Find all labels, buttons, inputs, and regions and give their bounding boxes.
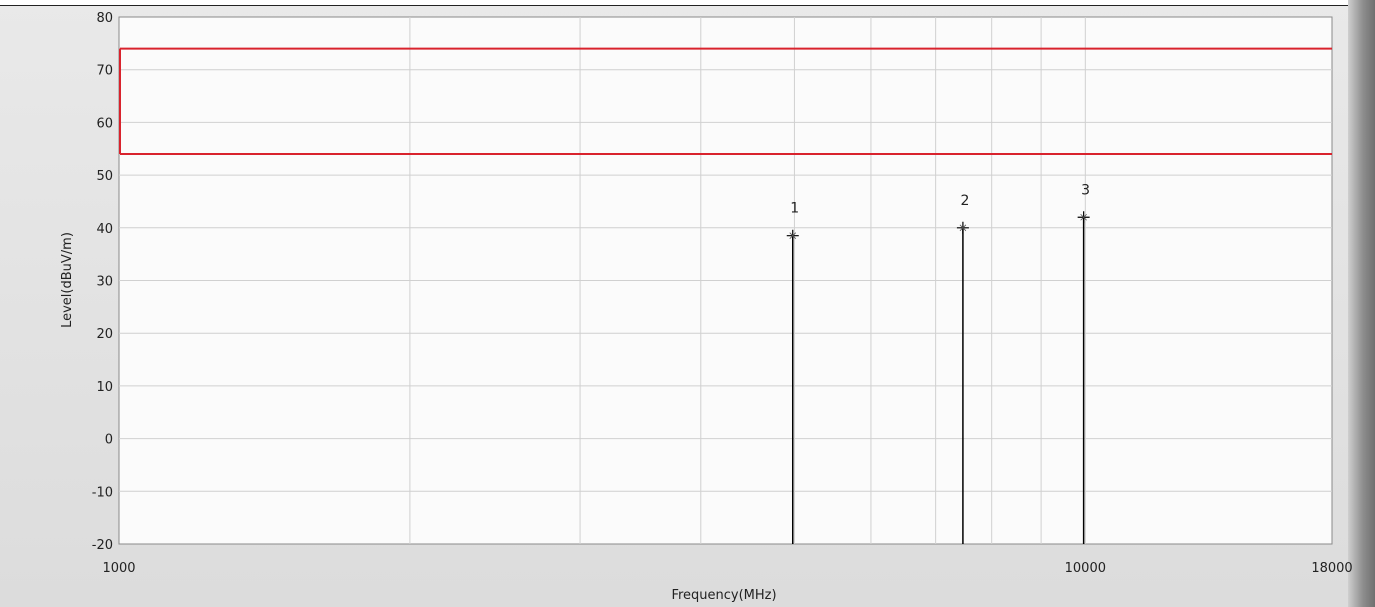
y-tick-label: 70	[96, 64, 113, 79]
y-axis-title: Level(dBuV/m)	[60, 232, 75, 328]
x-axis-title: Frequency(MHz)	[671, 588, 776, 603]
y-tick-label: 50	[96, 169, 113, 184]
y-tick-label: 20	[96, 327, 113, 342]
y-tick-label: 40	[96, 222, 113, 237]
chart: 1 2 3 80 70 60 50 40 30 20 10 0 -10 -20 1000 10000 1800…	[60, 11, 1353, 603]
y-tick-label: 80	[96, 11, 113, 26]
chart-frame: 1 2 3 80 70 60 50 40 30 20 10 0 -10 -20 1000 10000 1800…	[0, 0, 1375, 607]
y-tick-label: 10	[96, 380, 113, 395]
y-tick-label: 0	[105, 433, 113, 448]
y-tick-label: -20	[92, 538, 113, 553]
y-tick-label: 30	[96, 275, 113, 290]
x-tick-label: 18000	[1311, 561, 1352, 576]
marker-label: 2	[960, 193, 969, 209]
x-tick-label: 10000	[1065, 561, 1106, 576]
marker-label: 3	[1081, 182, 1090, 198]
marker-label: 1	[790, 201, 799, 217]
y-tick-label: -10	[92, 485, 113, 500]
y-tick-label: 60	[96, 116, 113, 131]
x-tick-label: 1000	[102, 561, 135, 576]
